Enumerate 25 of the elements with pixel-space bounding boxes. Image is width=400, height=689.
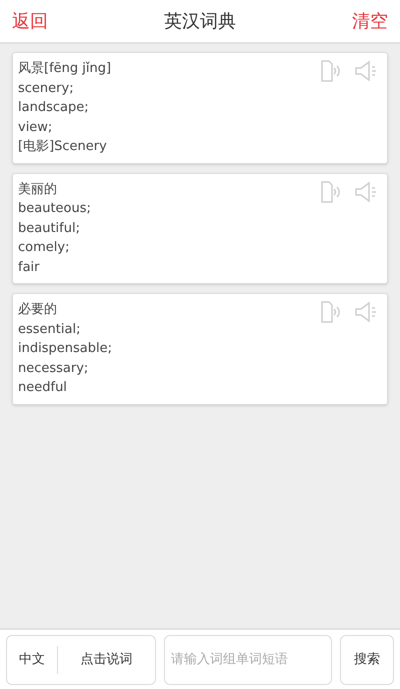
clear-button[interactable]: 清空 [352, 8, 388, 34]
headword: 美丽的 [18, 180, 58, 198]
definition: necessary; [18, 360, 90, 378]
search-field[interactable]: 请输入词组单词短语 [164, 634, 332, 684]
definition: [电影]Scenery [18, 138, 108, 156]
back-button[interactable]: 返回 [12, 8, 48, 34]
speaker-icon[interactable] [353, 180, 379, 204]
definition: comely; [18, 239, 70, 257]
definition: scenery; [18, 80, 75, 98]
definition: needful [18, 379, 68, 397]
definition: beauteous; [18, 200, 91, 218]
language-toggle[interactable]: 中文 [7, 646, 58, 674]
definition: landscape; [18, 99, 90, 117]
speaker-icon[interactable] [353, 59, 379, 83]
headword: 必要的 [18, 301, 58, 319]
page-title: 英汉词典 [164, 10, 236, 34]
headword: 风景[fēng jǐng] [18, 60, 112, 78]
search-button[interactable]: 搜索 [340, 634, 394, 684]
speaker-icon[interactable] [353, 300, 379, 324]
definition: view; [18, 118, 54, 136]
definition: beautiful; [18, 220, 81, 238]
voice-button[interactable]: 点击说词 [58, 650, 155, 670]
definition: indispensable; [18, 340, 112, 358]
definition: fair [18, 258, 40, 276]
definition: essential; [18, 320, 82, 338]
